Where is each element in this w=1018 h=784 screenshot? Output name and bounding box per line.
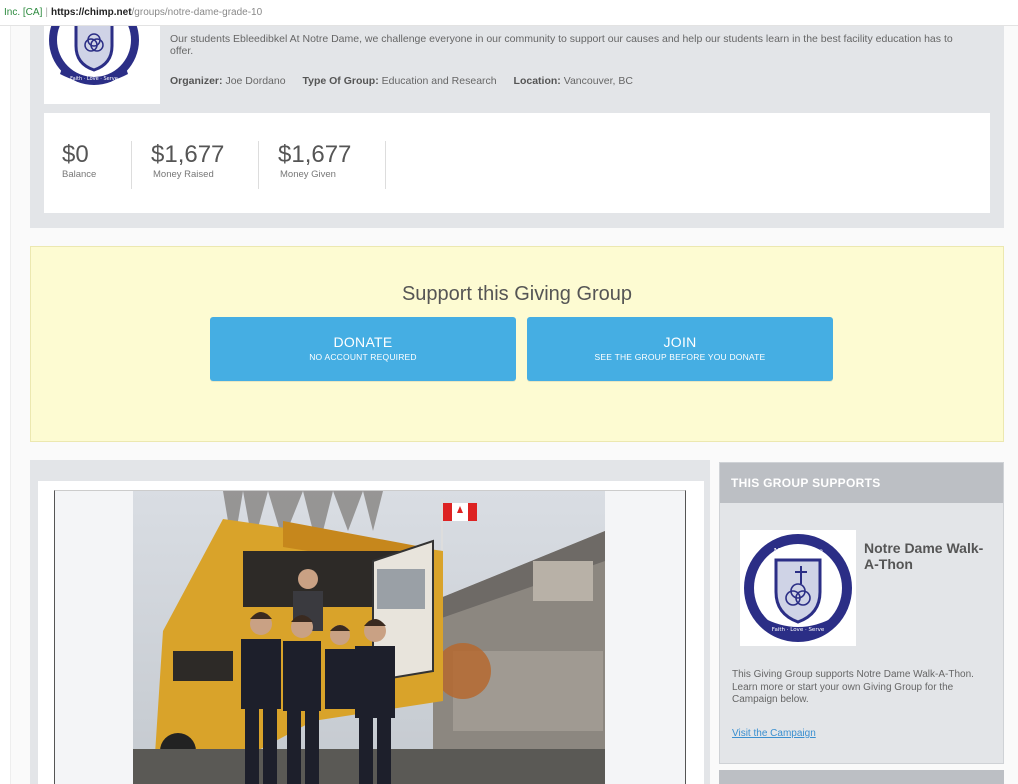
location-value: Vancouver, BC: [563, 75, 633, 87]
svg-text:Faith · Love · Serve: Faith · Love · Serve: [772, 627, 825, 633]
sidebar-next-panel: [719, 770, 1004, 784]
join-button[interactable]: JOIN SEE THE GROUP BEFORE YOU DONATE: [527, 317, 833, 381]
security-indicator: Inc. [CA]: [4, 7, 43, 18]
svg-text:Notre Dame: Notre Dame: [772, 547, 823, 556]
campaign-name[interactable]: Notre Dame Walk-A-Thon: [864, 540, 994, 572]
url-path: /groups/notre-dame-grade-10: [131, 7, 263, 18]
group-type-value: Education and Research: [381, 75, 497, 87]
organizer-value: Joe Dordano: [225, 75, 286, 87]
donate-button[interactable]: DONATE NO ACCOUNT REQUIRED: [210, 317, 516, 381]
stat-money-given: $1,677 Money Given: [278, 141, 386, 189]
stat-money-raised: $1,677 Money Raised: [151, 141, 259, 189]
group-logo: Faith · Love · Serve: [44, 26, 160, 104]
support-section: Support this Giving Group DONATE NO ACCO…: [30, 246, 1004, 442]
svg-text:Faith · Love · Serve: Faith · Love · Serve: [70, 76, 118, 82]
sidebar-description: This Giving Group supports Notre Dame Wa…: [732, 669, 974, 705]
group-meta: Organizer: Joe Dordano Type Of Group: Ed…: [170, 75, 633, 87]
url-host: https://chimp.net: [50, 7, 132, 18]
group-photo: [133, 491, 605, 784]
visit-campaign-link[interactable]: Visit the Campaign: [732, 728, 816, 739]
crest-icon: Notre Dame Faith · Love · Serve: [744, 534, 852, 642]
stats-card: $0 Balance $1,677 Money Raised $1,677 Mo…: [44, 113, 990, 213]
stat-balance: $0 Balance: [62, 141, 132, 189]
photo-container: [54, 490, 686, 784]
sidebar-header: THIS GROUP SUPPORTS: [720, 463, 1003, 503]
address-bar[interactable]: Inc. [CA] | https://chimp.net/groups/notre…: [0, 0, 1018, 26]
campaign-logo[interactable]: Notre Dame Faith · Love · Serve: [740, 530, 856, 646]
supports-sidebar: THIS GROUP SUPPORTS Notre Dame Faith · L…: [719, 462, 1004, 764]
group-description: Our students Ebleedibkel At Notre Dame, …: [170, 33, 953, 57]
support-title: Support this Giving Group: [401, 283, 633, 305]
crest-icon: Faith · Love · Serve: [49, 26, 139, 85]
